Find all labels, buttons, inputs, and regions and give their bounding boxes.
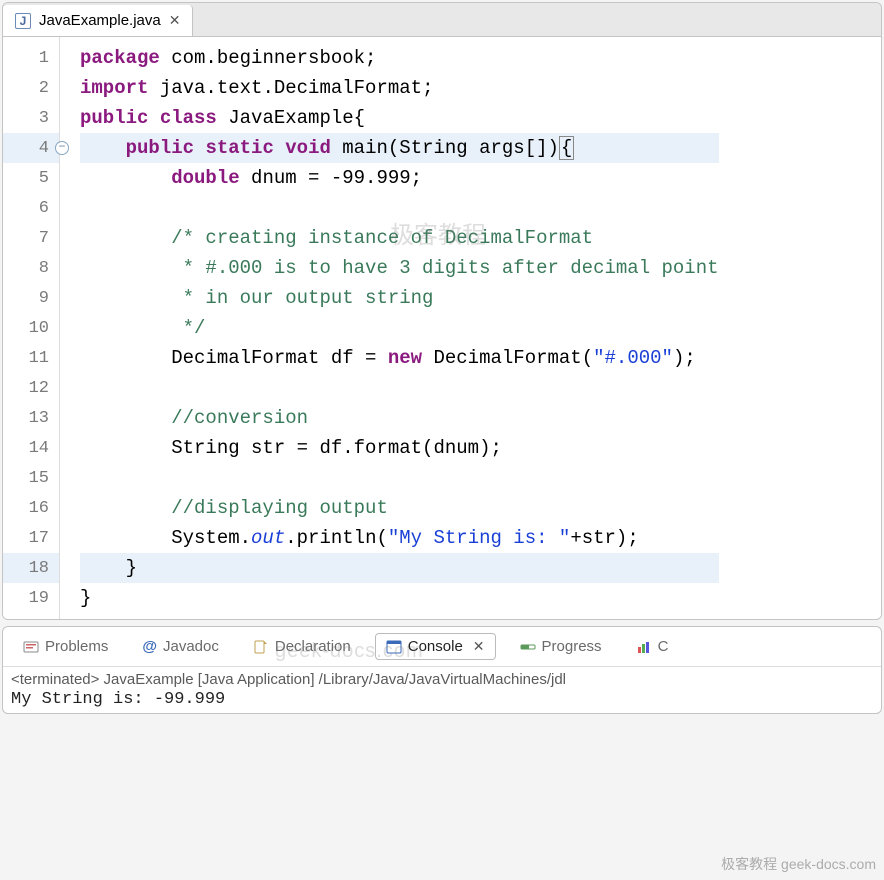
code-line[interactable]: //conversion [80, 403, 719, 433]
line-number: 14 [3, 433, 59, 463]
code-line[interactable]: System.out.println("My String is: "+str)… [80, 523, 719, 553]
console-icon [386, 639, 402, 655]
code-line[interactable]: } [80, 583, 719, 613]
line-number: 15 [3, 463, 59, 493]
line-number: 10 [3, 313, 59, 343]
line-number: 8 [3, 253, 59, 283]
problems-icon [23, 639, 39, 655]
code-line[interactable]: public class JavaExample{ [80, 103, 719, 133]
tab-problems-label: Problems [45, 638, 108, 655]
console-status: <terminated> JavaExample [Java Applicati… [11, 671, 873, 688]
line-number: 9 [3, 283, 59, 313]
line-number: 6 [3, 193, 59, 223]
line-number: 16 [3, 493, 59, 523]
line-number: 17 [3, 523, 59, 553]
code-body[interactable]: package com.beginnersbook;import java.te… [60, 37, 719, 619]
tab-javadoc-label: Javadoc [163, 638, 219, 655]
line-number-gutter: 1234−5678910111213141516171819 [3, 37, 60, 619]
tab-problems[interactable]: Problems [13, 634, 118, 659]
tab-console-label: Console [408, 638, 463, 655]
progress-icon [520, 639, 536, 655]
watermark-text: 极客教程 geek-docs.com [721, 854, 876, 874]
bottom-tab-bar: Problems @ Javadoc Declaration Console ✕… [3, 627, 881, 667]
code-line[interactable]: /* creating instance of DecimalFormat [80, 223, 719, 253]
code-line[interactable]: DecimalFormat df = new DecimalFormat("#.… [80, 343, 719, 373]
tab-progress[interactable]: Progress [510, 634, 612, 659]
code-line[interactable]: double dnum = -99.999; [80, 163, 719, 193]
bottom-panel: Problems @ Javadoc Declaration Console ✕… [2, 626, 882, 714]
line-number: 1 [3, 43, 59, 73]
line-number: 2 [3, 73, 59, 103]
tab-console[interactable]: Console ✕ [375, 633, 496, 660]
fold-toggle-icon[interactable]: − [55, 141, 69, 155]
editor-panel: J JavaExample.java ✕ 1234−56789101112131… [2, 2, 882, 620]
code-line[interactable]: * #.000 is to have 3 digits after decima… [80, 253, 719, 283]
close-icon[interactable]: ✕ [169, 12, 181, 29]
code-line[interactable]: String str = df.format(dnum); [80, 433, 719, 463]
line-number: 7 [3, 223, 59, 253]
line-number: 5 [3, 163, 59, 193]
java-file-icon: J [15, 13, 31, 29]
tab-declaration[interactable]: Declaration [243, 634, 361, 659]
editor-tab[interactable]: J JavaExample.java ✕ [3, 5, 193, 36]
tab-extra-label: C [658, 638, 669, 655]
code-line[interactable] [80, 193, 719, 223]
console-output-line: My String is: -99.999 [11, 690, 873, 709]
code-line[interactable]: } [80, 553, 719, 583]
close-icon[interactable]: ✕ [473, 638, 485, 655]
code-line[interactable]: //displaying output [80, 493, 719, 523]
tab-progress-label: Progress [542, 638, 602, 655]
code-line[interactable]: package com.beginnersbook; [80, 43, 719, 73]
code-line[interactable]: public static void main(String args[]){ [80, 133, 719, 163]
tab-extra[interactable]: C [626, 634, 679, 659]
line-number: 12 [3, 373, 59, 403]
console-body[interactable]: <terminated> JavaExample [Java Applicati… [3, 667, 881, 713]
tab-declaration-label: Declaration [275, 638, 351, 655]
javadoc-icon: @ [142, 638, 157, 655]
code-line[interactable]: */ [80, 313, 719, 343]
code-line[interactable] [80, 463, 719, 493]
line-number: 13 [3, 403, 59, 433]
line-number: 3 [3, 103, 59, 133]
editor-tab-bar: J JavaExample.java ✕ [3, 3, 881, 37]
line-number: 19 [3, 583, 59, 613]
line-number: 18 [3, 553, 59, 583]
line-number: 11 [3, 343, 59, 373]
code-editor[interactable]: 1234−5678910111213141516171819 package c… [3, 37, 881, 619]
line-number: 4− [3, 133, 59, 163]
code-line[interactable] [80, 373, 719, 403]
coverage-icon [636, 639, 652, 655]
declaration-icon [253, 639, 269, 655]
tab-javadoc[interactable]: @ Javadoc [132, 634, 229, 659]
editor-tab-label: JavaExample.java [39, 12, 161, 29]
code-line[interactable]: * in our output string [80, 283, 719, 313]
code-line[interactable]: import java.text.DecimalFormat; [80, 73, 719, 103]
